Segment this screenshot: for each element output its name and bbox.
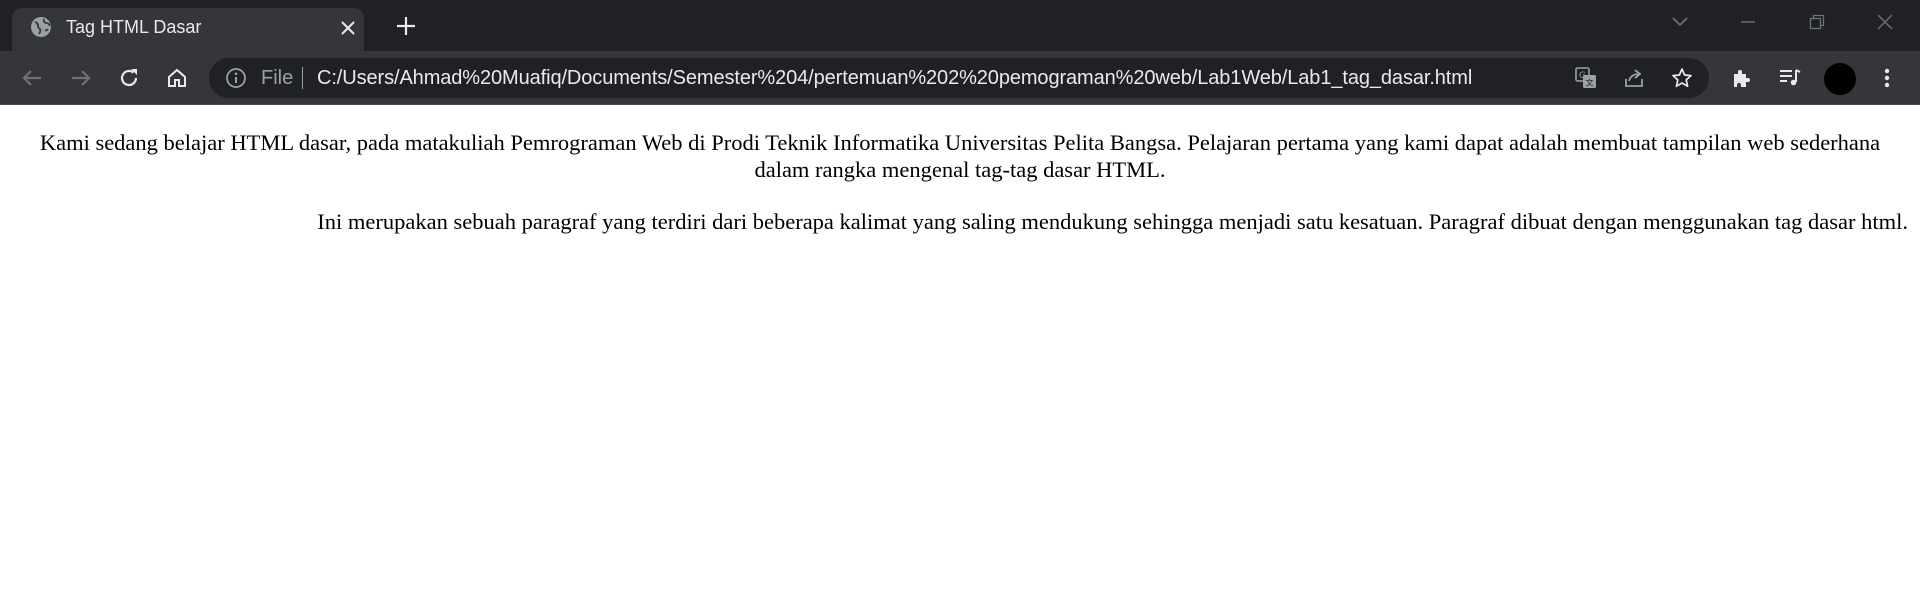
reload-icon[interactable] — [115, 64, 143, 92]
home-icon[interactable] — [163, 64, 191, 92]
share-icon[interactable] — [1623, 67, 1645, 89]
tab-title: Tag HTML Dasar — [66, 17, 202, 37]
globe-icon — [30, 16, 52, 38]
tab-search-icon[interactable] — [1668, 10, 1692, 34]
close-icon[interactable] — [337, 17, 359, 39]
url-text[interactable]: C:/Users/Ahmad%20Muafiq/Documents/Semest… — [317, 65, 1472, 91]
forward-arrow-icon[interactable] — [67, 64, 95, 92]
restore-icon[interactable] — [1805, 10, 1829, 34]
info-icon[interactable] — [225, 67, 247, 89]
bookmark-star-icon[interactable] — [1671, 67, 1693, 89]
paragraph-centered: Kami sedang belajar HTML dasar, pada mat… — [39, 130, 1881, 182]
scheme-label: File — [261, 67, 294, 89]
back-arrow-icon[interactable] — [18, 64, 46, 92]
active-tab[interactable]: Tag HTML Dasar — [12, 8, 364, 51]
new-tab-icon[interactable] — [392, 12, 420, 40]
minimize-icon[interactable] — [1736, 10, 1760, 34]
paragraph-right-aligned: Ini merupakan sebuah paragraf yang terdi… — [317, 209, 1908, 234]
extensions-puzzle-icon[interactable] — [1728, 64, 1756, 92]
profile-avatar[interactable] — [1824, 63, 1856, 95]
menu-kebab-icon[interactable] — [1873, 64, 1901, 92]
svg-text:文: 文 — [1586, 78, 1594, 88]
close-window-icon[interactable] — [1873, 10, 1897, 34]
translate-icon[interactable]: G 文 — [1575, 67, 1597, 89]
page-content: Kami sedang belajar HTML dasar, pada mat… — [0, 105, 1920, 601]
address-bar[interactable]: File C:/Users/Ahmad%20Muafiq/Documents/S… — [209, 58, 1709, 98]
tab-strip: Tag HTML Dasar — [0, 0, 1920, 51]
omnibox-divider — [302, 67, 303, 89]
browser-toolbar: File C:/Users/Ahmad%20Muafiq/Documents/S… — [0, 51, 1920, 105]
media-control-icon[interactable] — [1776, 64, 1804, 92]
